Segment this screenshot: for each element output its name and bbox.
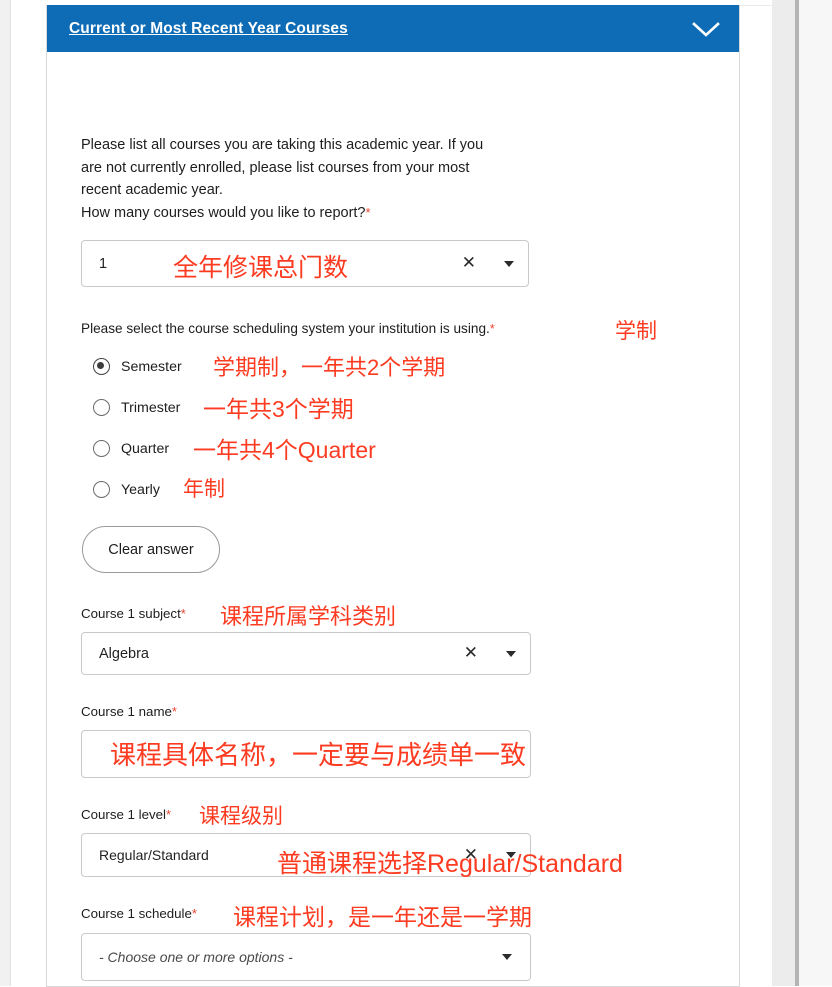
required-asterisk: * <box>365 204 371 220</box>
course-count-question: How many courses would you like to repor… <box>81 202 521 225</box>
course1-level-value: Regular/Standard <box>99 847 209 863</box>
course-count-select[interactable]: 1 ✕ <box>81 240 529 287</box>
caret-down-icon[interactable] <box>506 852 516 858</box>
course1-schedule-placeholder: - Choose one or more options - <box>99 949 293 965</box>
radio-option-yearly[interactable]: Yearly 年制 <box>93 475 739 504</box>
radio-annotation-quarter: 一年共4个Quarter <box>193 437 376 463</box>
course1-name-input[interactable] <box>81 730 531 778</box>
caret-down-icon[interactable] <box>504 260 514 267</box>
radio-annotation-yearly: 年制 <box>183 478 225 501</box>
course1-name-label: Course 1 name* <box>81 704 177 719</box>
card-header-title: Current or Most Recent Year Courses <box>69 19 348 37</box>
scheduling-annotation: 学制 <box>615 320 657 343</box>
page-root: Current or Most Recent Year Courses Plea… <box>0 0 832 987</box>
course1-level-select[interactable]: Regular/Standard ✕ <box>81 833 531 877</box>
course1-schedule-label: Course 1 schedule* <box>81 906 197 921</box>
radio-indicator[interactable] <box>93 399 110 416</box>
course1-level-label-annotation: 课程级别 <box>199 805 283 828</box>
course1-level-label: Course 1 level* <box>81 807 171 822</box>
scheduling-question-text: Please select the course scheduling syst… <box>81 321 490 336</box>
course1-subject-value: Algebra <box>99 645 149 662</box>
intro-paragraph: Please list all courses you are taking t… <box>81 134 521 224</box>
course1-subject-label: Course 1 subject* <box>81 606 186 621</box>
close-icon[interactable]: ✕ <box>464 846 478 864</box>
clear-answer-label: Clear answer <box>108 541 194 558</box>
card-header-toggle[interactable]: Current or Most Recent Year Courses <box>47 5 739 52</box>
radio-annotation-trimester: 一年共3个学期 <box>203 396 354 422</box>
caret-down-icon[interactable] <box>506 650 516 657</box>
intro-line-1: Please list all courses you are taking t… <box>81 137 484 153</box>
left-gutter <box>0 0 11 986</box>
radio-annotation-semester: 学期制，一年共2个学期 <box>213 355 446 380</box>
radio-option-trimester[interactable]: Trimester 一年共3个学期 <box>93 393 739 422</box>
intro-line-2: are not currently enrolled, please list … <box>81 159 470 176</box>
course1-level-label-text: Course 1 level <box>81 807 166 822</box>
radio-option-semester[interactable]: Semester 学期制，一年共2个学期 <box>93 352 739 381</box>
required-asterisk: * <box>166 807 172 822</box>
scheduling-question: Please select the course scheduling syst… <box>81 321 495 336</box>
clear-answer-button[interactable]: Clear answer <box>82 526 220 573</box>
card-body: Please list all courses you are taking t… <box>47 52 739 981</box>
right-outer-strip <box>799 0 832 986</box>
course1-name-label-text: Course 1 name <box>81 704 172 719</box>
required-asterisk: * <box>171 704 177 719</box>
required-asterisk: * <box>191 906 197 921</box>
required-asterisk: * <box>180 606 186 621</box>
radio-label-trimester: Trimester <box>121 399 181 416</box>
course1-subject-annotation: 课程所属学科类别 <box>220 604 397 629</box>
course1-subject-label-text: Course 1 subject <box>81 606 181 621</box>
radio-indicator[interactable] <box>93 481 110 498</box>
chevron-up-icon[interactable] <box>691 20 721 38</box>
radio-option-quarter[interactable]: Quarter 一年共4个Quarter <box>93 434 739 463</box>
course-count-question-text: How many courses would you like to repor… <box>81 204 366 221</box>
close-icon[interactable]: ✕ <box>464 645 478 662</box>
required-asterisk: * <box>489 321 495 336</box>
scheduling-radio-group: Semester 学期制，一年共2个学期 Trimester 一年共3个学期 Q… <box>81 352 739 504</box>
caret-down-icon[interactable] <box>502 954 512 960</box>
right-panel-strip <box>772 0 795 986</box>
radio-label-quarter: Quarter <box>121 440 170 457</box>
course1-subject-select[interactable]: Algebra ✕ <box>81 632 531 675</box>
radio-indicator-selected[interactable] <box>93 358 110 375</box>
close-icon[interactable]: ✕ <box>462 255 476 272</box>
course1-schedule-label-text: Course 1 schedule <box>81 906 192 921</box>
course-count-value: 1 <box>99 255 108 272</box>
course1-schedule-annotation: 课程计划，是一年还是一学期 <box>233 904 532 930</box>
current-year-courses-card: Current or Most Recent Year Courses Plea… <box>46 5 740 987</box>
intro-line-3: recent academic year. <box>81 182 223 198</box>
radio-indicator[interactable] <box>93 440 110 457</box>
radio-label-semester: Semester <box>121 358 182 375</box>
radio-label-yearly: Yearly <box>121 481 160 498</box>
course1-schedule-select[interactable]: - Choose one or more options - <box>81 933 531 981</box>
